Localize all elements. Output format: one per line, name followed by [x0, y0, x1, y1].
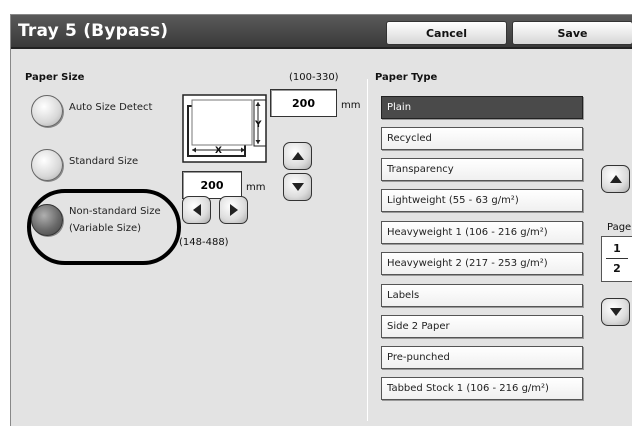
paper-size-heading: Paper Size — [25, 72, 85, 83]
auto-size-detect-label: Auto Size Detect — [69, 102, 153, 113]
standard-size-radio[interactable] — [31, 149, 63, 181]
non-standard-size-label-line1: Non-standard Size — [69, 206, 161, 217]
x-value-field[interactable]: 200 — [182, 171, 242, 199]
paper-type-item-plain[interactable]: Plain — [381, 96, 583, 119]
paper-type-heading: Paper Type — [375, 72, 438, 83]
down-arrow-icon — [291, 183, 304, 191]
page-divider — [606, 258, 628, 259]
down-arrow-icon — [609, 308, 622, 316]
paper-type-item-labels[interactable]: Labels — [381, 284, 583, 307]
y-value-field[interactable]: 200 — [270, 89, 337, 117]
y-unit-label: mm — [341, 100, 361, 111]
paper-dimension-diagram-icon: X Y — [182, 94, 267, 163]
x-range-label: (148-488) — [179, 237, 229, 248]
diagram-y-label: Y — [254, 120, 262, 130]
non-standard-size-radio[interactable] — [31, 204, 63, 236]
save-button[interactable]: Save — [512, 21, 632, 45]
page-title: Tray 5 (Bypass) — [18, 21, 169, 41]
diagram-x-label: X — [215, 146, 222, 156]
page-down-button[interactable] — [601, 298, 630, 326]
cancel-button[interactable]: Cancel — [386, 21, 507, 45]
non-standard-size-label: Non-standard Size (Variable Size) — [69, 203, 161, 237]
y-increase-button[interactable] — [283, 142, 312, 170]
section-divider — [367, 79, 368, 421]
x-increase-button[interactable] — [219, 196, 248, 224]
current-page: 1 — [613, 242, 621, 255]
y-decrease-button[interactable] — [283, 173, 312, 201]
header-bar: Tray 5 (Bypass) Cancel Save — [11, 15, 632, 49]
paper-type-item-side-2-paper[interactable]: Side 2 Paper — [381, 315, 583, 338]
paper-type-item-recycled[interactable]: Recycled — [381, 127, 583, 150]
paper-type-item-heavyweight-1[interactable]: Heavyweight 1 (106 - 216 g/m²) — [381, 221, 583, 244]
x-decrease-button[interactable] — [182, 196, 211, 224]
right-arrow-icon — [229, 204, 238, 216]
paper-type-item-pre-punched[interactable]: Pre-punched — [381, 346, 583, 369]
left-arrow-icon — [192, 204, 201, 216]
page-indicator: 1 2 — [601, 236, 632, 282]
standard-size-label: Standard Size — [69, 156, 139, 167]
total-pages: 2 — [613, 262, 621, 275]
dialog-frame: Tray 5 (Bypass) Cancel Save Paper Size A… — [10, 14, 632, 426]
auto-size-detect-radio[interactable] — [31, 95, 63, 127]
paper-type-item-lightweight[interactable]: Lightweight (55 - 63 g/m²) — [381, 189, 583, 212]
paper-type-item-heavyweight-2[interactable]: Heavyweight 2 (217 - 253 g/m²) — [381, 252, 583, 275]
up-arrow-icon — [609, 175, 622, 183]
page-up-button[interactable] — [601, 165, 630, 193]
y-range-label: (100-330) — [289, 72, 339, 83]
non-standard-size-label-line2: (Variable Size) — [69, 223, 141, 234]
paper-type-item-tabbed-stock-1[interactable]: Tabbed Stock 1 (106 - 216 g/m²) — [381, 377, 583, 400]
x-unit-label: mm — [246, 182, 266, 193]
up-arrow-icon — [291, 152, 304, 160]
page-label: Page — [607, 222, 632, 233]
paper-type-item-transparency[interactable]: Transparency — [381, 158, 583, 181]
